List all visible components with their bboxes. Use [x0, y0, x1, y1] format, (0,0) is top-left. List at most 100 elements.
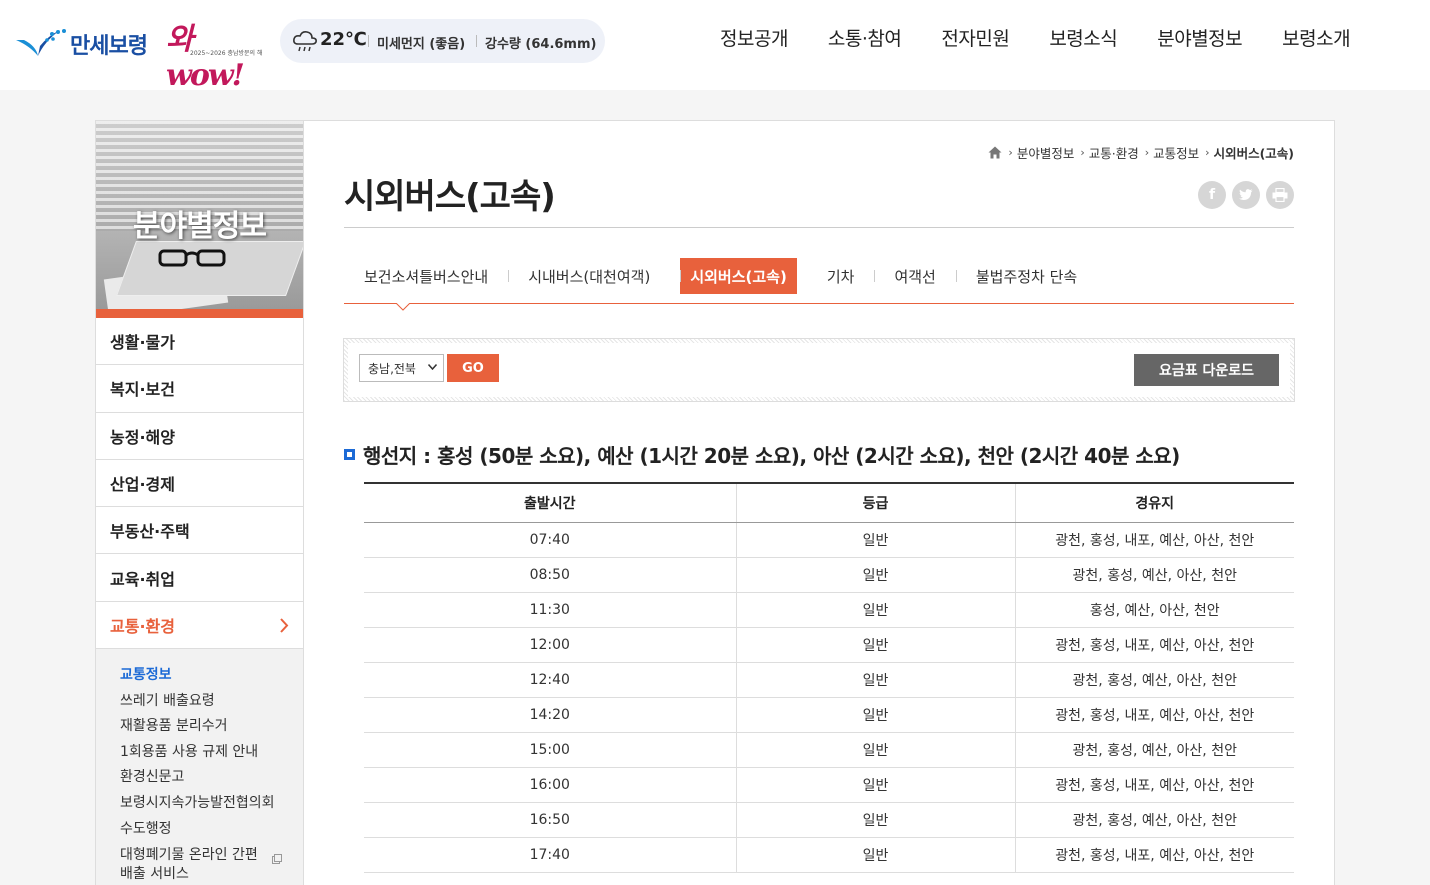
main-container: 분야별정보 생활·물가 복지·보건 농정·해양 산업·경제 부동산·주택 교육·…	[95, 120, 1335, 885]
side-nav-item[interactable]: 부동산·주택	[96, 507, 303, 555]
bus-grade: 일반	[736, 662, 1016, 698]
table-row: 08:50 일반 광천, 홍성, 예산, 아산, 천안	[364, 557, 1294, 593]
facebook-share-button[interactable]: f	[1198, 181, 1226, 209]
global-nav: 정보공개 소통·참여 전자민원 보령소식 분야별정보 보령소개	[720, 24, 1351, 58]
departure-time: 07:40	[364, 522, 737, 558]
side-nav-visual: 분야별정보	[96, 121, 303, 309]
rain-cloud-icon	[293, 31, 317, 52]
submenu-item[interactable]: 보령시지속가능발전협의회	[120, 791, 303, 817]
breadcrumb-item[interactable]: 교통·환경	[1089, 143, 1139, 162]
region-select[interactable]: 충남,전북	[359, 354, 444, 382]
tab-parking-enforcement[interactable]: 불법주정차 단속	[955, 258, 1097, 294]
home-icon[interactable]	[988, 146, 1002, 159]
stops: 광천, 홍성, 내포, 예산, 아산, 천안	[1015, 767, 1294, 803]
chevron-right-icon: ›	[1008, 145, 1013, 159]
tab-city-bus[interactable]: 시내버스(대천여객)	[508, 258, 670, 294]
side-nav-item[interactable]: 농정·해양	[96, 413, 303, 460]
stops: 광천, 홍성, 예산, 아산, 천안	[1015, 662, 1294, 698]
submenu-item-external[interactable]: 대형폐기물 온라인 간편배출 서비스	[120, 846, 282, 884]
table-row: 15:00 일반 광천, 홍성, 예산, 아산, 천안	[364, 732, 1294, 768]
bus-grade: 일반	[736, 522, 1016, 558]
bus-grade: 일반	[736, 802, 1016, 838]
table-row: 16:50 일반 광천, 홍성, 예산, 아산, 천안	[364, 802, 1294, 838]
departure-time: 11:30	[364, 592, 737, 628]
gnb-item-news[interactable]: 보령소식	[1049, 24, 1117, 58]
tab-train[interactable]: 기차	[807, 258, 875, 294]
departure-time: 17:40	[364, 837, 737, 873]
table-row: 11:30 일반 홍성, 예산, 아산, 천안	[364, 592, 1294, 628]
table-row: 07:40 일반 광천, 홍성, 내포, 예산, 아산, 천안	[364, 522, 1294, 558]
submenu-item[interactable]: 쓰레기 배출요령	[120, 689, 303, 715]
table-row: 12:00 일반 광천, 홍성, 내포, 예산, 아산, 천안	[364, 627, 1294, 663]
departure-time: 12:00	[364, 627, 737, 663]
site-logo[interactable]: 만세보령 와wow! 2025~2026 충남방문의 해	[14, 14, 266, 93]
site-header: 만세보령 와wow! 2025~2026 충남방문의 해 22℃ 미세먼지 (좋…	[0, 0, 1430, 93]
bus-grade: 일반	[736, 627, 1016, 663]
breadcrumb-item[interactable]: 분야별정보	[1017, 143, 1075, 162]
bus-timetable: 출발시간 등급 경유지 07:40 일반 광천, 홍성, 내포, 예산, 아산,…	[364, 482, 1294, 873]
side-nav-item[interactable]: 산업·경제	[96, 460, 303, 508]
route-title-text: 행선지 : 홍성 (50분 소요), 예산 (1시간 20분 소요), 아산 (…	[363, 443, 1180, 468]
weather-temperature: 22℃	[320, 29, 367, 50]
tab-intercity-bus[interactable]: 시외버스(고속)	[680, 258, 797, 294]
submenu-item[interactable]: 1회용품 사용 규제 안내	[120, 740, 303, 766]
breadcrumb-current: 시외버스(고속)	[1213, 145, 1294, 161]
weather-widget: 22℃ 미세먼지 (좋음) 강수량 (64.6mm)	[280, 19, 605, 63]
print-button[interactable]	[1266, 181, 1294, 209]
stops: 홍성, 예산, 아산, 천안	[1015, 592, 1294, 628]
departure-time: 15:00	[364, 732, 737, 768]
side-nav-item[interactable]: 복지·보건	[96, 365, 303, 413]
fare-download-button[interactable]: 요금표 다운로드	[1134, 354, 1279, 386]
bus-grade: 일반	[736, 837, 1016, 873]
submenu-item[interactable]: 수도행정	[120, 817, 303, 843]
page-title: 시외버스(고속)	[344, 177, 556, 217]
tab-ferry[interactable]: 여객선	[874, 258, 955, 294]
sub-tabs: 보건소셔틀버스안내 시내버스(대천여객) 시외버스(고속) 기차 여객선 불법주…	[344, 258, 1294, 311]
go-button[interactable]: GO	[447, 354, 499, 382]
submenu-item[interactable]: 환경신문고	[120, 765, 303, 791]
side-nav-item[interactable]: 생활·물가	[96, 318, 303, 366]
chevron-down-icon	[428, 364, 437, 370]
chevron-right-icon: ›	[1080, 145, 1085, 159]
weather-fine-dust: 미세먼지 (좋음)	[377, 37, 466, 52]
tab-row: 보건소셔틀버스안내 시내버스(대천여객) 시외버스(고속) 기차 여객선 불법주…	[344, 258, 1097, 294]
stops: 광천, 홍성, 예산, 아산, 천안	[1015, 802, 1294, 838]
stops: 광천, 홍성, 내포, 예산, 아산, 천안	[1015, 522, 1294, 558]
printer-icon	[1272, 188, 1288, 202]
departure-time: 08:50	[364, 557, 737, 593]
submenu-item-label: 대형폐기물 온라인 간편배출 서비스	[120, 847, 258, 883]
content-area: › 분야별정보 › 교통·환경 › 교통정보 › 시외버스(고속) 시외버스(고…	[343, 121, 1295, 885]
departure-time: 16:50	[364, 802, 737, 838]
gnb-item-e-civil[interactable]: 전자민원	[941, 24, 1009, 58]
gnb-item-participation[interactable]: 소통·참여	[828, 24, 902, 58]
stops: 광천, 홍성, 내포, 예산, 아산, 천안	[1015, 837, 1294, 873]
search-panel-inner: 충남,전북 GO 요금표 다운로드	[348, 343, 1290, 397]
table-header-row: 출발시간 등급 경유지	[364, 483, 1294, 523]
twitter-icon	[1239, 189, 1253, 200]
stops: 광천, 홍성, 예산, 아산, 천안	[1015, 732, 1294, 768]
square-bullet-icon	[344, 448, 355, 460]
bus-grade: 일반	[736, 767, 1016, 803]
logo-text: 만세보령	[70, 34, 148, 59]
weather-divider	[476, 35, 477, 47]
departure-time: 12:40	[364, 662, 737, 698]
gnb-item-about[interactable]: 보령소개	[1282, 24, 1350, 58]
gnb-item-field-info[interactable]: 분야별정보	[1157, 24, 1242, 58]
side-nav-accent-bar	[96, 309, 303, 318]
bus-grade: 일반	[736, 697, 1016, 733]
side-nav-item-active[interactable]: 교통·환경	[96, 602, 303, 650]
departure-time: 16:00	[364, 767, 737, 803]
side-nav-item[interactable]: 교육·취업	[96, 554, 303, 602]
column-header-departure: 출발시간	[364, 483, 737, 523]
share-buttons: f	[1192, 181, 1294, 209]
table-row: 17:40 일반 광천, 홍성, 내포, 예산, 아산, 천안	[364, 837, 1294, 873]
column-header-grade: 등급	[736, 483, 1016, 523]
gnb-item-info-disclosure[interactable]: 정보공개	[720, 24, 788, 58]
submenu-item-traffic-info[interactable]: 교통정보	[120, 663, 303, 689]
breadcrumb-item[interactable]: 교통정보	[1153, 143, 1199, 162]
tab-health-shuttle[interactable]: 보건소셔틀버스안내	[344, 258, 508, 294]
submenu-item[interactable]: 재활용품 분리수거	[120, 714, 303, 740]
glasses-icon	[158, 249, 226, 267]
twitter-share-button[interactable]	[1232, 181, 1260, 209]
new-window-icon	[272, 854, 282, 865]
